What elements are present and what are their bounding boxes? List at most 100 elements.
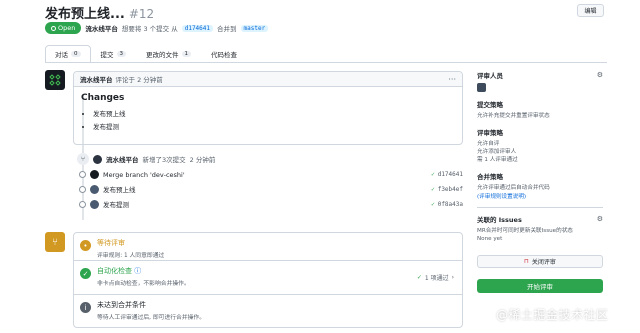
auto-check-item[interactable]: ✓ 自动化检查 ⓘ 非卡点自动检查，不影响合并操作。 ✓ 1 项通过 › [74,261,462,295]
check-result-text: 1 项通过 [424,275,449,282]
review-policy-section: 评审策略 允许自评 允许添加评审人 需 1 人评审通过 [477,127,603,164]
info-icon[interactable]: ⓘ [134,267,141,275]
unmet-title: 未达到合并条件 [97,301,146,309]
merge-policy-title: 合并策略 [477,173,503,181]
reviewers-section: 评审人员 ⚙ [477,70,603,92]
rules-link[interactable]: (评审规则设置说明) [477,192,603,200]
list-item: 发布预上线 [93,108,455,118]
review-policy-title: 评审策略 [477,129,503,137]
info-circle-icon: i [80,302,91,313]
reviewers-title: 评审人员 [477,72,503,80]
commit-row: Merge branch 'dev-ceshi' ✓ d174641 [79,170,463,179]
close-review-label: 关闭评审 [531,259,556,266]
issues-text: MR合并时可同时更新关联Issue的状态 [477,228,573,234]
commit-sha-text[interactable]: 0f8a43a [438,201,463,208]
commit-node-icon [79,171,86,178]
tab-count: 0 [71,51,81,57]
start-review-button[interactable]: 开始评审 [477,279,603,293]
comment-header: 流水线平台 评论于 2 分钟前 ··· [74,72,462,87]
merge-policy-section: 合并策略 允许评审通过后自动合并代码 (评审规则设置说明) [477,171,603,200]
commit-sha-text[interactable]: f3eb4ef [438,186,463,193]
tab-count: 3 [116,51,126,57]
reviewer-avatar[interactable] [477,83,486,92]
divider [477,207,603,208]
push-author[interactable]: 流水线平台 [106,154,139,164]
pr-title-row: 发布预上线... #12 [45,3,154,22]
watermark: @稀土掘金技术社区 [496,308,609,322]
review-policy-line: 需 1 人评审通过 [477,157,518,163]
commit-policy-text: 允许补充提交并重置评审状态 [477,113,550,119]
commit-message[interactable]: 发布预上线 [103,184,136,194]
avatar[interactable] [93,154,102,164]
comment-author[interactable]: 流水线平台 [80,74,113,84]
author-avatar[interactable] [45,70,65,90]
status-badge: Open [45,22,82,34]
commit-node-icon [79,185,86,193]
avatar [90,199,99,209]
tab-code-check[interactable]: 代码检查 [201,45,247,62]
commit-node-icon [79,200,86,208]
merge-policy-text: 允许评审通过后自动合并代码 [477,185,550,191]
list-item: 发布提测 [93,121,455,131]
commit-sha: ✓ d174641 [431,171,463,178]
check-icon: ✓ [431,185,435,193]
tab-label: 代码检查 [211,51,237,59]
close-review-button[interactable]: ⊓ 关闭评审 [477,255,603,268]
commit-policy-section: 提交策略 允许补充提交并重置评审状态 [477,99,603,120]
avatar [90,170,99,179]
merge-to-label: 合并到 [217,25,237,33]
source-branch[interactable]: d174641 [181,24,214,32]
check-icon: ✓ [431,171,435,178]
check-result[interactable]: ✓ 1 项通过 › [417,273,454,282]
changes-list: 发布预上线 发布提测 [81,108,455,131]
issues-section: 关联的 Issues ⚙ MR合并时可同时更新关联Issue的状态 None y… [477,214,603,243]
push-text: 新增了3次提交 [142,156,186,164]
auto-check-title: 自动化检查 ⓘ [97,266,190,276]
close-review-icon: ⊓ [524,258,529,265]
waiting-subtitle: 评审规则: 1 人同意即通过 [97,253,165,259]
pr-number: #12 [128,7,155,21]
commit-message[interactable]: 发布提测 [103,199,129,209]
comment-card: 流水线平台 评论于 2 分钟前 ··· Changes 发布预上线 发布提测 [73,71,463,145]
tab-divider [45,62,607,63]
gear-icon[interactable]: ⚙ [597,215,603,223]
pr-title: 发布预上线... [45,7,125,22]
review-policy-line: 允许自评 [477,141,500,147]
tab-commits[interactable]: 提交 3 [91,45,137,62]
reviewers-header: 评审人员 ⚙ [477,70,603,80]
pr-author[interactable]: 流水线平台 [85,23,118,33]
merge-status-card: • 等待评审 评审规则: 1 人同意即通过 ✓ 自动化检查 ⓘ 非卡点自动检查，… [73,232,463,328]
waiting-icon: • [80,240,91,251]
status-label: Open [58,24,76,32]
comment-heading: Changes [81,93,125,103]
edit-button[interactable]: 编辑 [577,4,604,17]
tab-label: 对话 [55,51,68,59]
commit-sha-text[interactable]: d174641 [438,171,463,178]
check-circle-icon: ✓ [80,268,91,279]
commit-row: 发布提测 ✓ 0f8a43a [79,199,463,209]
target-branch[interactable]: master [240,24,269,32]
issues-none: None yet [477,236,503,242]
review-policy-line: 允许添加评审人 [477,149,517,155]
commit-sha: ✓ f3eb4ef [431,186,463,193]
push-time: 2 分钟前 [189,156,216,164]
waiting-review-item: • 等待评审 评审规则: 1 人同意即通过 [74,233,462,261]
push-event: ⑂ 流水线平台 新增了3次提交 2 分钟前 [77,153,215,165]
more-options-icon[interactable]: ··· [448,75,456,84]
pr-meta: Open 流水线平台 想要将 3 个提交 从 d174641 合并到 maste… [45,22,269,34]
unmet-conditions-item: i 未达到合并条件 等待人工评审通过后, 即可进行合并操作。 [74,295,462,326]
check-icon: ✓ [431,200,435,208]
gear-icon[interactable]: ⚙ [597,71,603,79]
pipeline-logo-icon [49,74,61,86]
tab-files-changed[interactable]: 更改的文件 1 [136,45,201,62]
tab-label: 更改的文件 [146,51,179,59]
tab-label: 提交 [100,51,114,59]
open-status-icon [51,25,56,31]
pr-description: 想要将 3 个提交 从 [121,25,178,33]
issues-title: 关联的 Issues [477,216,522,224]
tab-conversation[interactable]: 对话 0 [45,45,91,62]
issues-header: 关联的 Issues ⚙ [477,214,603,224]
right-sidebar: 评审人员 ⚙ 提交策略 允许补充提交并重置评审状态 评审策略 允许自评 允许添加… [477,70,603,250]
commit-message[interactable]: Merge branch 'dev-ceshi' [103,171,185,179]
commit-sha: ✓ 0f8a43a [431,201,463,208]
